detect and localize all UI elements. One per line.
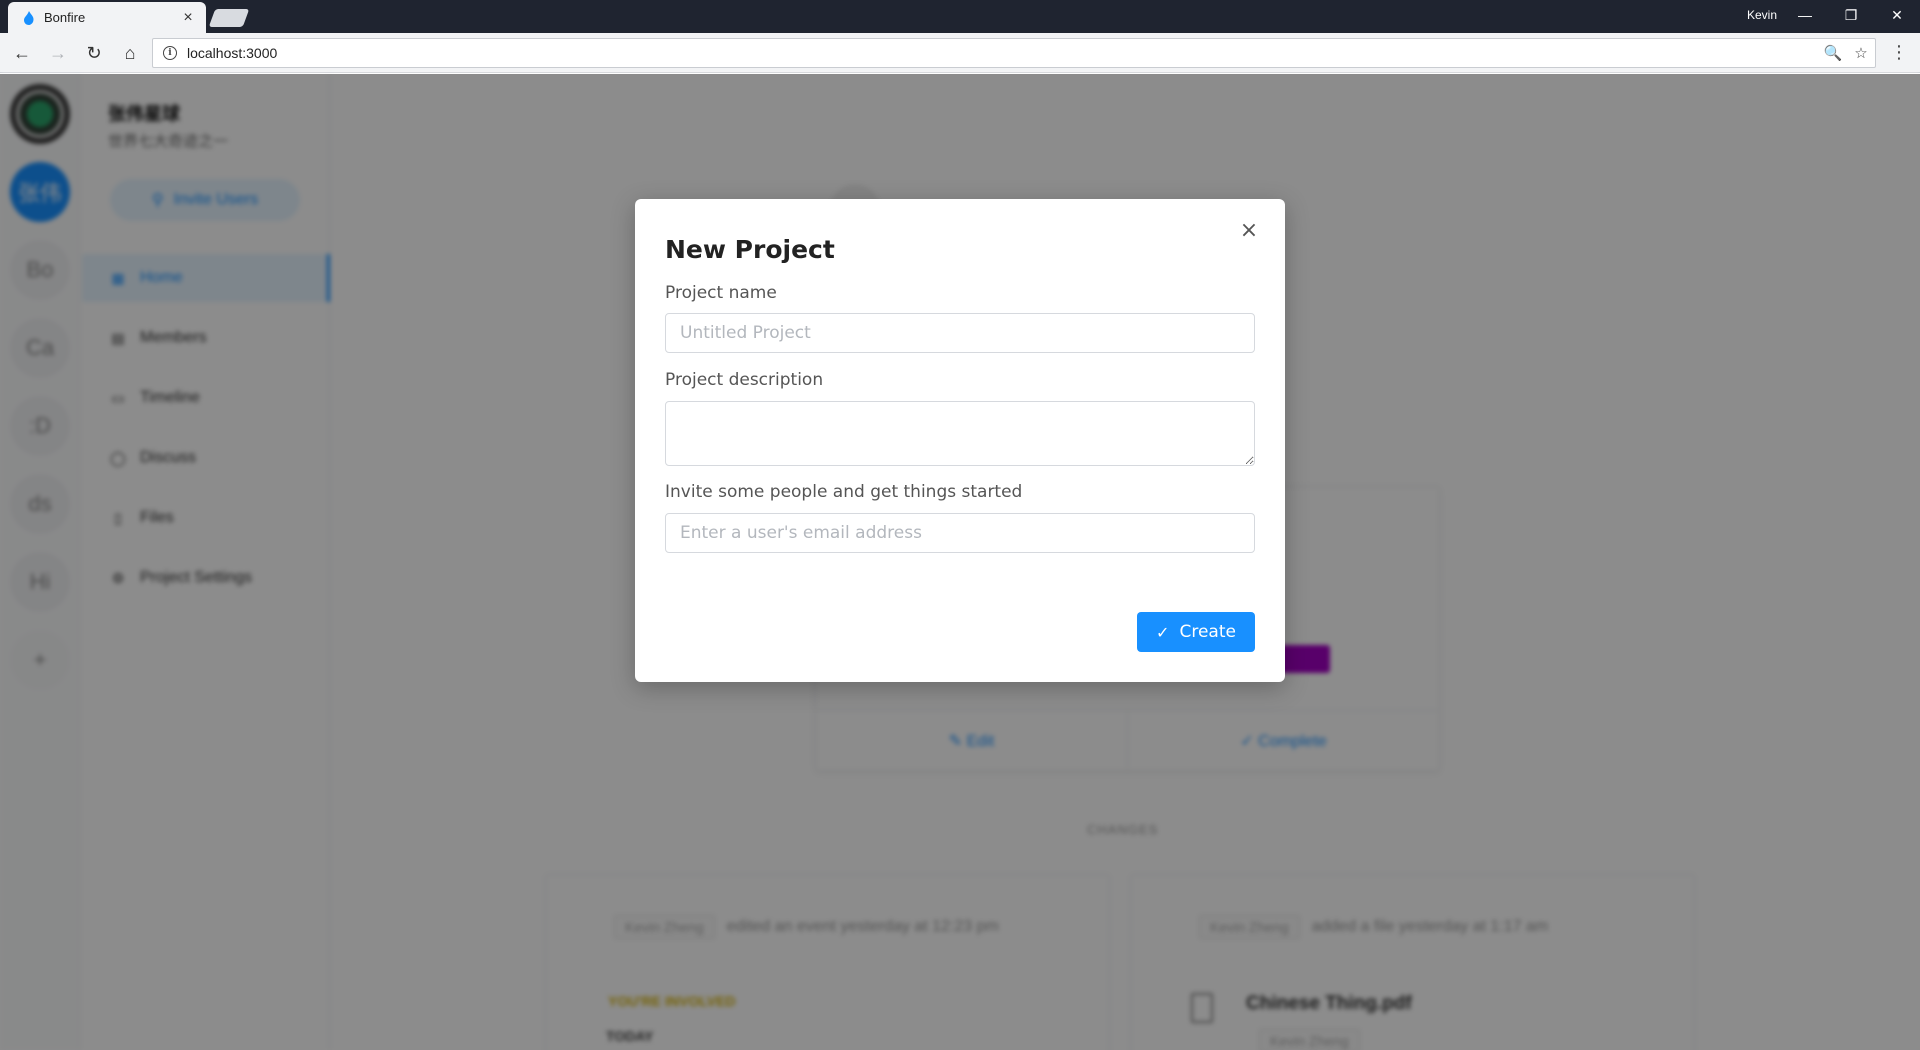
project-description-label: Project description bbox=[665, 370, 824, 390]
new-project-modal: × New Project Project name Project descr… bbox=[635, 199, 1285, 682]
browser-toolbar: ← → ↻ ⌂ i localhost:3000 🔍 ☆ ⋮ bbox=[0, 33, 1920, 73]
restore-icon[interactable]: ❐ bbox=[1828, 0, 1874, 30]
project-name-label: Project name bbox=[665, 283, 777, 303]
zoom-icon[interactable]: 🔍 bbox=[1819, 44, 1847, 62]
minimize-icon[interactable]: — bbox=[1782, 0, 1828, 30]
browser-tab[interactable]: Bonfire × bbox=[8, 2, 206, 33]
tab-close-icon[interactable]: × bbox=[178, 9, 198, 26]
project-description-textarea[interactable] bbox=[665, 401, 1255, 466]
modal-title: New Project bbox=[665, 235, 835, 264]
tab-title: Bonfire bbox=[44, 10, 86, 25]
check-icon: ✓ bbox=[1156, 622, 1170, 642]
browser-menu-icon[interactable]: ⋮ bbox=[1890, 43, 1908, 61]
bookmark-star-icon[interactable]: ☆ bbox=[1847, 44, 1875, 62]
reload-icon[interactable]: ↻ bbox=[80, 39, 108, 67]
window-close-icon[interactable]: ✕ bbox=[1874, 0, 1920, 30]
address-bar[interactable]: i localhost:3000 🔍 ☆ bbox=[152, 38, 1876, 68]
invite-people-label: Invite some people and get things starte… bbox=[665, 482, 1023, 502]
project-name-input[interactable] bbox=[665, 313, 1255, 353]
url-text[interactable]: localhost:3000 bbox=[187, 45, 1819, 61]
new-tab-button[interactable] bbox=[208, 9, 250, 27]
invite-email-input[interactable] bbox=[665, 513, 1255, 553]
close-icon[interactable]: × bbox=[1237, 219, 1261, 243]
create-label: Create bbox=[1179, 622, 1236, 642]
profile-name[interactable]: Kevin bbox=[1747, 8, 1777, 22]
home-icon[interactable]: ⌂ bbox=[116, 39, 144, 67]
back-icon[interactable]: ← bbox=[8, 39, 36, 67]
forward-icon[interactable]: → bbox=[44, 39, 72, 67]
flame-icon bbox=[22, 10, 36, 25]
info-icon[interactable]: i bbox=[163, 46, 177, 60]
browser-titlebar: Bonfire × Kevin — ❐ ✕ bbox=[0, 0, 1920, 33]
create-project-button[interactable]: ✓ Create bbox=[1137, 612, 1255, 652]
